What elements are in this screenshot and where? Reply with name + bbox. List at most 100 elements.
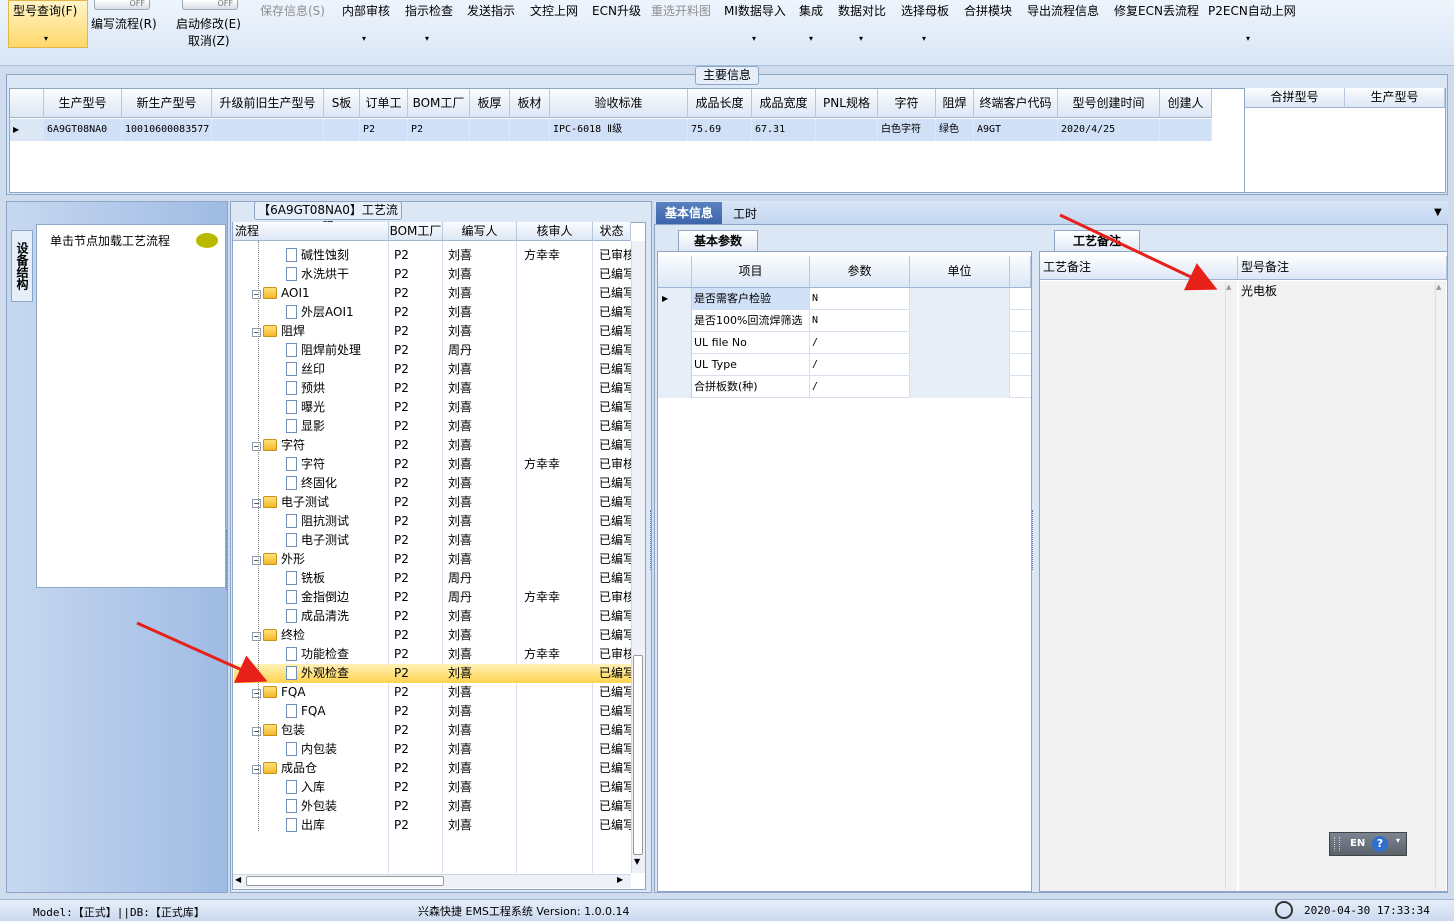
- tab-work-hours[interactable]: 工时: [733, 204, 757, 224]
- main-info-cell[interactable]: [212, 119, 324, 141]
- main-info-col-header[interactable]: 终端客户代码: [974, 89, 1058, 118]
- equipment-structure-tab[interactable]: 设备结构: [11, 230, 33, 302]
- mi-import-button[interactable]: MI数据导入: [724, 2, 786, 19]
- flow-tree-row[interactable]: 铣板 P2 周丹 已编写: [234, 569, 632, 588]
- flow-tree-row[interactable]: 电子测试 P2 刘喜 已编写: [234, 531, 632, 550]
- process-remark-text[interactable]: [1040, 281, 1237, 891]
- collapse-icon[interactable]: −: [252, 442, 261, 451]
- params-col-header[interactable]: 项目: [692, 256, 810, 288]
- main-info-col-header[interactable]: 生产型号: [44, 89, 122, 118]
- basic-params-tab[interactable]: 基本参数: [678, 230, 758, 251]
- scrollbar-thumb[interactable]: [633, 655, 643, 855]
- flow-tree-row[interactable]: 外层AOI1 P2 刘喜 已编写: [234, 303, 632, 322]
- reselect-cut-button[interactable]: 重选开料图: [651, 2, 711, 19]
- main-info-cell[interactable]: [1160, 119, 1212, 141]
- main-info-cell[interactable]: 绿色: [936, 119, 974, 141]
- save-info-button[interactable]: 保存信息(S): [260, 2, 325, 19]
- params-col-header[interactable]: 单位: [910, 256, 1010, 288]
- flow-tree-row[interactable]: 丝印 P2 刘喜 已编写: [234, 360, 632, 379]
- flow-tree-row[interactable]: 内包装 P2 刘喜 已编写: [234, 740, 632, 759]
- toggle-switch[interactable]: OFF: [182, 0, 238, 10]
- flow-tree-row[interactable]: 功能检查 P2 刘喜 方幸幸 已审核: [234, 645, 632, 664]
- integrate-button[interactable]: 集成: [799, 2, 823, 19]
- remark-scrollbar[interactable]: ▲: [1225, 283, 1235, 889]
- flow-tree-row[interactable]: 金指倒边 P2 周丹 方幸幸 已审核: [234, 588, 632, 607]
- flow-tree-row[interactable]: − FQA P2 刘喜 已编写: [234, 683, 632, 702]
- main-info-cell[interactable]: 2020/4/25: [1058, 119, 1160, 141]
- flow-col-header[interactable]: BOM工厂: [389, 222, 443, 241]
- main-info-col-header[interactable]: 订单工厂: [360, 89, 408, 138]
- main-info-cell[interactable]: [324, 119, 360, 141]
- chevron-down-icon[interactable]: ▾: [1396, 836, 1400, 845]
- main-info-col-header[interactable]: 升级前旧生产型号: [212, 89, 324, 118]
- flow-col-header[interactable]: 状态: [593, 222, 631, 241]
- param-value[interactable]: N: [810, 288, 910, 310]
- scroll-left-icon[interactable]: ◀: [235, 875, 241, 884]
- param-value[interactable]: /: [810, 332, 910, 354]
- main-info-col-header[interactable]: PNL规格: [816, 89, 878, 118]
- chevron-down-icon[interactable]: ▾: [362, 34, 366, 43]
- param-unit[interactable]: [910, 376, 1010, 398]
- chevron-down-icon[interactable]: ▾: [922, 34, 926, 43]
- param-row[interactable]: ▶ 是否需客户检验 N: [658, 288, 1031, 310]
- flow-col-header[interactable]: 核审人: [517, 222, 593, 241]
- param-row[interactable]: 是否100%回流焊筛选 N: [658, 310, 1031, 332]
- params-col-header[interactable]: 参数: [810, 256, 910, 288]
- flow-tree-row[interactable]: 入库 P2 刘喜 已编写: [234, 778, 632, 797]
- main-info-col-header[interactable]: 阻焊: [936, 89, 974, 118]
- chevron-down-icon[interactable]: ▾: [44, 34, 48, 43]
- tab-basic-info[interactable]: 基本信息: [656, 202, 722, 224]
- merge-col-header[interactable]: 生产型号: [1345, 88, 1445, 108]
- collapse-icon[interactable]: −: [252, 290, 261, 299]
- instruction-check-button[interactable]: 指示检查: [405, 2, 453, 19]
- flow-tree-row[interactable]: 阻抗测试 P2 刘喜 已编写: [234, 512, 632, 531]
- main-info-cell[interactable]: A9GT: [974, 119, 1058, 141]
- param-row[interactable]: UL Type /: [658, 354, 1031, 376]
- model-query-label[interactable]: 型号查询(F): [13, 2, 77, 19]
- flow-tree-row[interactable]: 水洗烘干 P2 刘喜 已编写: [234, 265, 632, 284]
- chevron-down-icon[interactable]: ▾: [425, 34, 429, 43]
- main-info-cell[interactable]: 75.69: [688, 119, 752, 141]
- flow-tree-row[interactable]: 外包装 P2 刘喜 已编写: [234, 797, 632, 816]
- flow-tree-row[interactable]: FQA P2 刘喜 已编写: [234, 702, 632, 721]
- ime-language[interactable]: EN: [1350, 838, 1365, 849]
- help-icon[interactable]: ?: [1372, 836, 1388, 852]
- param-unit[interactable]: [910, 310, 1010, 332]
- chevron-down-icon[interactable]: ▾: [809, 34, 813, 43]
- main-info-cell[interactable]: [816, 119, 878, 141]
- main-info-col-header[interactable]: 成品宽度: [752, 89, 816, 118]
- scroll-right-icon[interactable]: ▶: [617, 875, 623, 884]
- chevron-down-icon[interactable]: ▾: [859, 34, 863, 43]
- main-info-cell[interactable]: 10010600083577: [122, 119, 212, 141]
- param-value[interactable]: /: [810, 354, 910, 376]
- flow-tree-row[interactable]: 预烘 P2 刘喜 已编写: [234, 379, 632, 398]
- main-info-cell[interactable]: 6A9GT08NA0: [44, 119, 122, 141]
- model-remark-text[interactable]: [1239, 281, 1446, 891]
- send-instruction-button[interactable]: 发送指示: [467, 2, 515, 19]
- data-compare-button[interactable]: 数据对比: [838, 2, 886, 19]
- flow-tree-row[interactable]: − 终检 P2 刘喜 已编写: [234, 626, 632, 645]
- flow-tree-row[interactable]: 成品清洗 P2 刘喜 已编写: [234, 607, 632, 626]
- merge-col-header[interactable]: 合拼型号: [1245, 88, 1345, 108]
- collapse-icon[interactable]: −: [252, 499, 261, 508]
- remark-scrollbar[interactable]: ▲: [1435, 283, 1445, 889]
- main-info-cell[interactable]: P2: [360, 119, 408, 141]
- flow-tree-row[interactable]: − 外形 P2 刘喜 已编写: [234, 550, 632, 569]
- toggle-switch[interactable]: OFF: [94, 0, 150, 10]
- collapse-icon[interactable]: −: [252, 328, 261, 337]
- main-info-cell[interactable]: 白色字符: [878, 119, 936, 141]
- main-info-col-header[interactable]: 板材: [510, 89, 550, 118]
- flow-tree-row[interactable]: 碱性蚀刻 P2 刘喜 方幸幸 已审核: [234, 246, 632, 265]
- main-info-cell[interactable]: [510, 119, 550, 141]
- flow-tree-row[interactable]: 字符 P2 刘喜 方幸幸 已审核: [234, 455, 632, 474]
- main-info-col-header[interactable]: 字符: [878, 89, 936, 118]
- start-edit-button[interactable]: 启动修改(E): [176, 15, 241, 32]
- chevron-down-icon[interactable]: ▾: [752, 34, 756, 43]
- main-info-col-header[interactable]: 板厚: [470, 89, 510, 118]
- p2ecn-online-button[interactable]: P2ECN自动上网: [1208, 2, 1296, 19]
- flow-tree-row[interactable]: − AOI1 P2 刘喜 已编写: [234, 284, 632, 303]
- param-value[interactable]: N: [810, 310, 910, 332]
- main-info-col-header[interactable]: BOM工厂: [408, 89, 470, 118]
- process-remark-header[interactable]: 工艺备注: [1040, 256, 1238, 280]
- speech-bubble-icon[interactable]: [196, 233, 218, 248]
